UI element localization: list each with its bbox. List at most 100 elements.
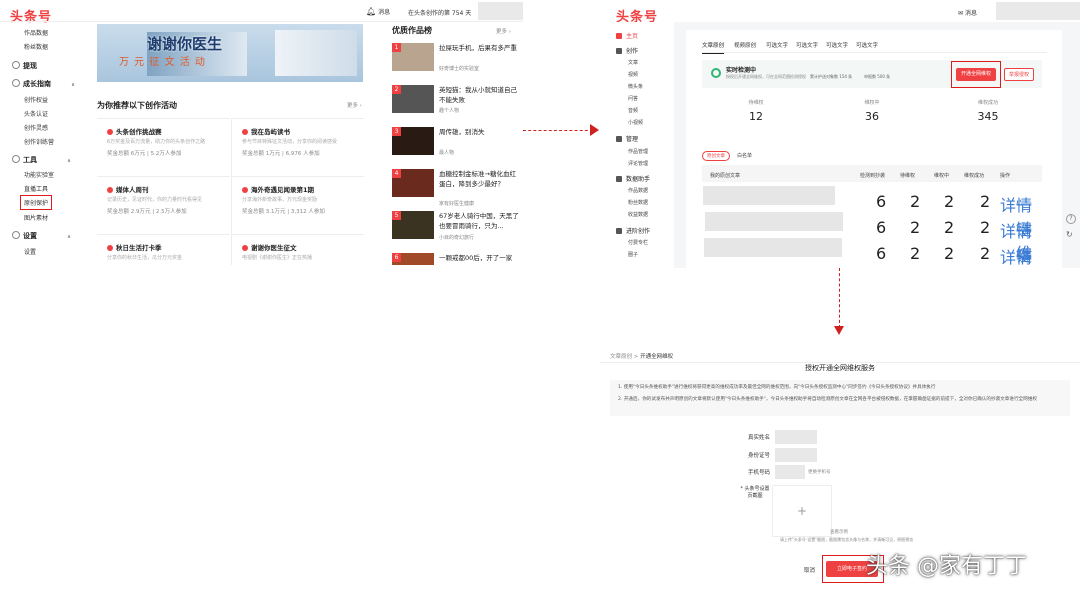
breadcrumb-parent[interactable]: 文章原创 xyxy=(610,354,632,360)
sidebar-item-paid-column[interactable]: 付费专栏 xyxy=(628,239,648,246)
messages-link[interactable]: ✉ 消息 xyxy=(958,8,977,17)
one-click-rights-link[interactable]: 一键维权 xyxy=(1016,244,1042,268)
compass-icon xyxy=(12,79,20,87)
sidebar-item-training[interactable]: 创作训练营 xyxy=(24,137,54,146)
sidebar-group-withdraw[interactable]: 提现 xyxy=(12,61,37,71)
page-title: 授权开通全网维权服务 xyxy=(805,364,875,372)
sidebar-item-image-assets[interactable]: 图片素材 xyxy=(24,213,48,222)
sidebar-item-comments[interactable]: 评论管理 xyxy=(628,160,648,167)
sidebar-item-fans-data[interactable]: 粉丝数据 xyxy=(24,42,48,51)
tab-video-original[interactable]: 视频原创 xyxy=(734,41,756,49)
activity-card[interactable]: 谢谢你医生征文 电视剧《谢谢你医生》正在热播 xyxy=(231,234,364,265)
bell-icon: 🔔︎ xyxy=(366,7,377,16)
activities-more-link[interactable]: 更多 › xyxy=(347,101,362,109)
sidebar: 主页 创作 文章 视频 微头条 问答 音频 小视频 管理 作品管理 评论管理 数… xyxy=(600,22,674,268)
real-name-field[interactable] xyxy=(775,430,817,444)
upload-box[interactable]: + xyxy=(772,485,832,537)
sidebar-item-short-video[interactable]: 小视频 xyxy=(628,119,643,126)
header-divider xyxy=(0,21,523,22)
tab-option-3[interactable]: 可选文字 xyxy=(826,41,848,49)
change-phone-link[interactable]: 更换手机号 xyxy=(808,469,831,475)
flow-arrow-right xyxy=(523,130,593,131)
stat-value: 36 xyxy=(865,110,879,123)
help-icon[interactable]: ? xyxy=(1066,214,1076,224)
hot-item[interactable]: 3 周传雄，别消失 最人物 xyxy=(392,127,522,163)
tab-option-2[interactable]: 可选文字 xyxy=(796,41,818,49)
activity-card[interactable]: 头条创作挑战赛 6万奖金及百万流量，助力你的头条创作之路 奖金总额 6万元 | … xyxy=(97,118,230,176)
promo-banner[interactable]: 谢谢你医生 万 元 征 文 活 动 xyxy=(97,24,363,82)
activity-card[interactable]: 媒体人周刊 记录历史，见证时代，你的力量时代看得见 奖金总额 2.9万元 | 2… xyxy=(97,176,230,234)
sidebar-item-verify[interactable]: 头条认证 xyxy=(24,109,48,118)
sidebar-item-rights[interactable]: 创作权益 xyxy=(24,95,48,104)
wallet-icon xyxy=(12,61,20,69)
sidebar-item-micro[interactable]: 微头条 xyxy=(628,83,643,90)
refresh-icon[interactable]: ↻ xyxy=(1066,230,1073,239)
filter-whitelist[interactable]: 白名单 xyxy=(737,152,752,159)
hot-item[interactable]: 1 拉屎玩手机，后果有多严重 好奇博士的实验室 xyxy=(392,43,522,79)
hot-item[interactable]: 2 英短猫：我从小就知道自己不能失败 趣个人物 xyxy=(392,85,522,121)
sidebar-item-inspiration[interactable]: 创作灵感 xyxy=(24,123,48,132)
tab-option-1[interactable]: 可选文字 xyxy=(766,41,788,49)
hot-item[interactable]: 5 67岁老人骑行中国，天黑了也要冒雨骑行，只为... 小目的奇幻旅行 xyxy=(392,211,522,247)
hot-item[interactable]: 4 血糖控制金标准→糖化血红蛋白，降到多少最好？ 家有好医生健康 xyxy=(392,169,522,207)
sidebar-item-video[interactable]: 视频 xyxy=(628,71,638,78)
sidebar-item-circle[interactable]: 圈子 xyxy=(628,251,638,258)
sidebar-item-live-tools[interactable]: 直播工具 xyxy=(24,184,48,193)
tab-option-4[interactable]: 可选文字 xyxy=(856,41,878,49)
enable-network-rights-button[interactable]: 开通全网维权 xyxy=(956,68,996,81)
monitor-stat-a: 累计护送对象数 154 条 xyxy=(810,74,853,79)
sidebar-item-works-data[interactable]: 作品数据 xyxy=(24,28,48,37)
article-thumbnail-redacted xyxy=(705,212,843,231)
sidebar-group-manage[interactable]: 管理 xyxy=(616,134,638,143)
stat-pending: 待维权 12 xyxy=(726,99,786,123)
activity-card[interactable]: 海外奇遇见闻录第1期 分享海外新奇故事，万元现金奖励 奖金总额 3.1万元 | … xyxy=(231,176,364,234)
activity-title: 媒体人周刊 xyxy=(107,184,149,194)
sample-link[interactable]: 查看示例 xyxy=(830,529,848,535)
sidebar-item-fans-data[interactable]: 粉丝数据 xyxy=(628,199,648,206)
sidebar-group-tools[interactable]: 工具 ∧ xyxy=(12,155,71,165)
hot-item-title: 周传雄，别消失 xyxy=(439,128,485,136)
sidebar-item-lab[interactable]: 功能实验室 xyxy=(24,170,54,179)
avatar-area[interactable] xyxy=(478,2,523,20)
sidebar-group-growth[interactable]: 成长指南 ∧ xyxy=(12,79,75,89)
banner-title: 谢谢你医生 xyxy=(147,35,223,53)
report-infringement-button[interactable]: 举报侵权 xyxy=(1004,68,1034,81)
activity-joined: 2.5万人参加 xyxy=(155,209,187,215)
hot-more-link[interactable]: 更多 › xyxy=(496,27,511,35)
sidebar-item-home[interactable]: 主页 xyxy=(616,31,638,40)
sidebar-group-settings[interactable]: 设置 ∧ xyxy=(12,231,71,241)
sidebar-item-article[interactable]: 文章 xyxy=(628,59,638,66)
id-number-field[interactable] xyxy=(775,448,817,462)
activity-desc: 电视剧《谢谢你医生》正在热播 xyxy=(242,255,313,261)
group-label: 管理 xyxy=(626,136,639,143)
sidebar-group-create[interactable]: 创作 xyxy=(616,46,638,55)
avatar-area[interactable] xyxy=(996,2,1080,20)
group-label: 设置 xyxy=(23,232,37,240)
phone-field[interactable] xyxy=(775,465,805,479)
toolbox-icon xyxy=(12,155,20,163)
sidebar-item-qa[interactable]: 问答 xyxy=(628,95,638,102)
filter-original-articles[interactable]: 原创文章 xyxy=(702,151,730,161)
activity-card[interactable]: 我在岛屿读书 参与节目特殊征文活动，分享你的阅读感受 奖金总额 1万元 | 6,… xyxy=(231,118,364,176)
panel-creator-home: 头条号 🔔︎ 消息 在头条创作的第 754 天 作品数据 粉丝数据 提现 成长指… xyxy=(0,0,523,265)
chevron-up-icon: ∧ xyxy=(71,82,76,88)
sidebar-item-settings[interactable]: 设置 xyxy=(24,247,36,256)
sidebar-item-original-protection[interactable]: 原创保护 xyxy=(20,195,53,210)
table-row: 6 2 2 2 详情 一键维权 xyxy=(702,238,1042,267)
sidebar-group-advanced[interactable]: 进阶创作 xyxy=(616,226,650,235)
sidebar-item-works-manage[interactable]: 作品管理 xyxy=(628,148,648,155)
sidebar-group-data[interactable]: 数据助手 xyxy=(616,174,650,183)
sidebar-item-works-data[interactable]: 作品数据 xyxy=(628,187,648,194)
cancel-button[interactable]: 取消 xyxy=(804,566,815,574)
col-actions: 操作 xyxy=(1000,173,1011,179)
activity-title: 秋日生活打卡季 xyxy=(107,242,162,252)
sidebar-item-income-data[interactable]: 收益数据 xyxy=(628,211,648,218)
hot-item[interactable]: 6 一颗戒都00后，开了一家 xyxy=(392,253,522,265)
flow-arrow-down xyxy=(839,268,840,328)
hot-item-title: 拉屎玩手机，后果有多严重 xyxy=(439,44,517,52)
notice-line-1: 1. 使用"今日头条维权助手"进行维权将获得更高的维权成功率及最佳全网的维权范围… xyxy=(618,385,936,390)
sidebar-item-audio[interactable]: 音频 xyxy=(628,107,638,114)
activity-title: 谢谢你医生征文 xyxy=(242,242,297,252)
activity-card[interactable]: 秋日生活打卡季 分享你的秋日生活，瓜分万元奖金 xyxy=(97,234,230,265)
messages-link[interactable]: 🔔︎ 消息 xyxy=(366,7,390,16)
